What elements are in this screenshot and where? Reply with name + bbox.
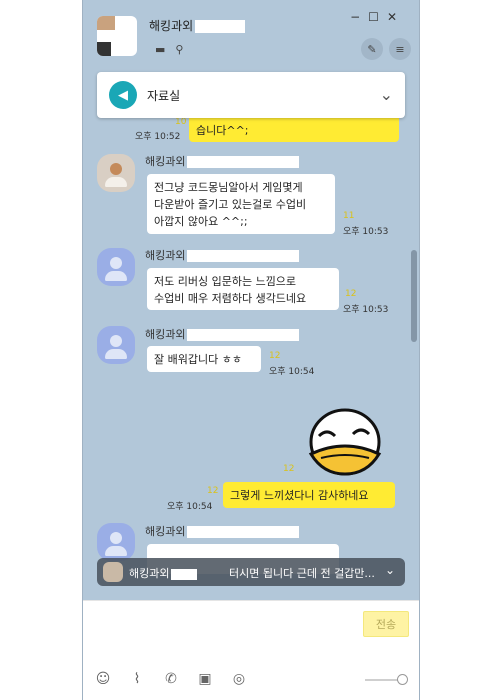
scrollbar[interactable]	[411, 250, 417, 342]
chevron-down-icon[interactable]: ⌄	[385, 563, 395, 577]
notice-label: 자료실	[147, 89, 181, 103]
sender-name: 해킹과외	[145, 523, 300, 539]
message-input[interactable]	[91, 607, 351, 655]
mute-icon[interactable]: ✎	[361, 38, 383, 60]
message-bubble[interactable]: 잘 배워갑니다 ㅎㅎ	[147, 346, 261, 372]
sender-name: 해킹과외	[145, 153, 300, 169]
unread-count: 11	[343, 211, 355, 221]
message-bubble[interactable]: 전그냥 코드몽님알아서 게임몇게 다운받아 즐기고 있는걸로 수업비 아깝지 않…	[147, 174, 335, 234]
avatar[interactable]	[97, 523, 135, 561]
attach-icon[interactable]: ⌇	[127, 671, 147, 687]
live-icon[interactable]: ◎	[229, 671, 249, 687]
room-title: 해킹과외	[149, 17, 246, 34]
chat-window: 해킹과외 ▬ ⚲ −☐✕ ✎ ≡ ◀ 자료실 ⌄ 습니다^^; 10 오후 10:…	[82, 0, 420, 700]
unread-count: 12	[269, 351, 281, 361]
message-text: 잘 배워갑니다 ㅎㅎ	[154, 353, 242, 366]
search-icon[interactable]: ⚲	[175, 43, 183, 56]
menu-icon[interactable]: ≡	[389, 38, 411, 60]
room-avatar[interactable]	[97, 16, 137, 56]
unread-count: 12	[207, 486, 219, 496]
close-icon[interactable]: ✕	[387, 10, 405, 24]
message-text: 그렇게 느끼셨다니 감사하네요	[230, 489, 369, 502]
calendar-icon[interactable]: ▣	[195, 671, 215, 687]
avatar[interactable]	[97, 248, 135, 286]
notice-bar[interactable]: ◀ 자료실 ⌄	[97, 72, 405, 118]
call-icon[interactable]: ✆	[161, 671, 181, 687]
emoticon-sticker[interactable]	[307, 408, 383, 478]
message-time: 오후 10:52	[135, 132, 181, 142]
message-time: 오후 10:54	[167, 502, 213, 512]
emoticon-icon[interactable]: ☺	[93, 671, 113, 687]
send-button[interactable]: 전송	[363, 611, 409, 637]
maximize-icon[interactable]: ☐	[368, 10, 387, 24]
unread-count: 12	[283, 464, 295, 474]
message-bubble[interactable]: 저도 리버싱 입문하는 느낌으로 수업비 매우 저렴하다 생각드네요	[147, 268, 339, 310]
message-text: 전그냥 코드몽님알아서 게임몇게 다운받아 즐기고 있는걸로 수업비 아깝지 않…	[154, 181, 307, 228]
drawer-icon[interactable]: ▬	[155, 43, 165, 56]
input-toolbar: ☺ ⌇ ✆ ▣ ◎	[93, 671, 249, 687]
room-title-text: 해킹과외	[149, 19, 194, 33]
window-controls: −☐✕	[350, 10, 405, 24]
message-bubble-mine[interactable]: 그렇게 느끼셨다니 감사하네요	[223, 482, 395, 508]
preview-sender: 해킹과외	[129, 565, 198, 581]
header-small-icons: ▬ ⚲	[155, 43, 193, 56]
chevron-down-icon[interactable]: ⌄	[380, 85, 393, 104]
message-text: 저도 리버싱 입문하는 느낌으로 수업비 매우 저렴하다 생각드네요	[154, 275, 307, 305]
message-time: 오후 10:53	[343, 227, 389, 237]
new-message-preview[interactable]: 해킹과외 터시면 됩니다 근데 전 걸갑만... ⌄	[97, 558, 405, 586]
avatar[interactable]	[97, 326, 135, 364]
chat-header: 해킹과외 ▬ ⚲ −☐✕ ✎ ≡	[83, 0, 419, 70]
message-time: 오후 10:54	[269, 367, 315, 377]
unread-count: 12	[345, 289, 357, 299]
avatar[interactable]	[97, 154, 135, 192]
preview-text: 터시면 됩니다 근데 전 걸갑만...	[229, 567, 375, 580]
sender-name: 해킹과외	[145, 326, 300, 342]
message-text: 습니다^^;	[196, 124, 249, 137]
unread-count: 10	[175, 117, 187, 127]
message-list[interactable]: 습니다^^; 10 오후 10:52 해킹과외 전그냥 코드몽님알아서 게임몇게…	[83, 70, 419, 602]
minimize-icon[interactable]: −	[350, 10, 368, 24]
megaphone-icon: ◀	[109, 81, 137, 109]
sender-name: 해킹과외	[145, 247, 300, 263]
input-area: 전송 ☺ ⌇ ✆ ▣ ◎	[83, 600, 419, 700]
message-time: 오후 10:53	[343, 305, 389, 315]
opacity-slider-knob[interactable]	[397, 674, 408, 685]
preview-avatar	[103, 562, 123, 582]
